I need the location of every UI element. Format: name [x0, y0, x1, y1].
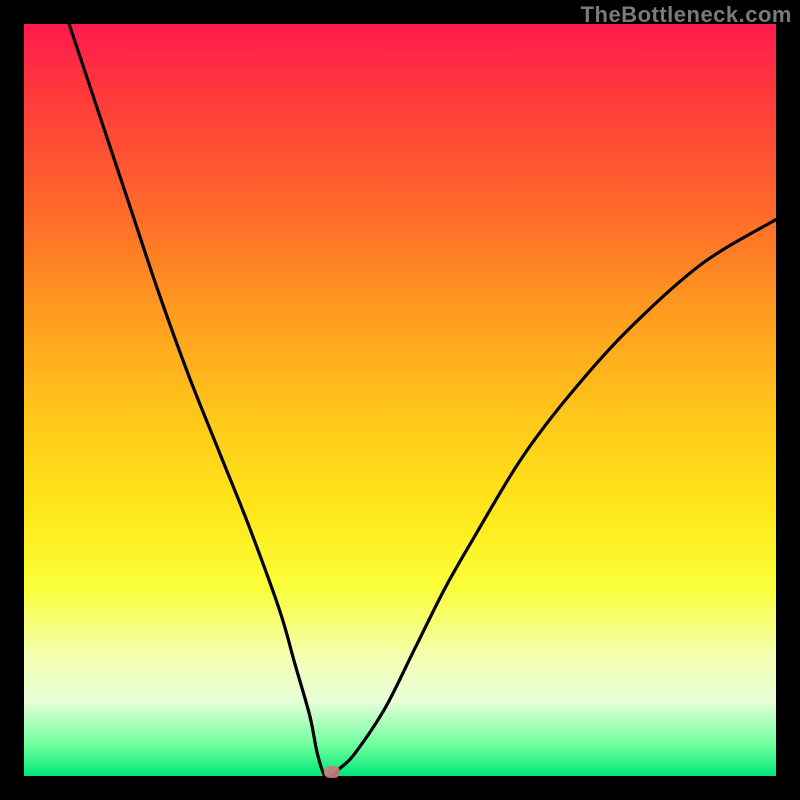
- plot-area: [24, 24, 776, 776]
- chart-frame: TheBottleneck.com: [0, 0, 800, 800]
- optimal-point-marker: [324, 766, 340, 778]
- bottleneck-curve: [69, 24, 776, 778]
- curve-svg: [24, 24, 776, 776]
